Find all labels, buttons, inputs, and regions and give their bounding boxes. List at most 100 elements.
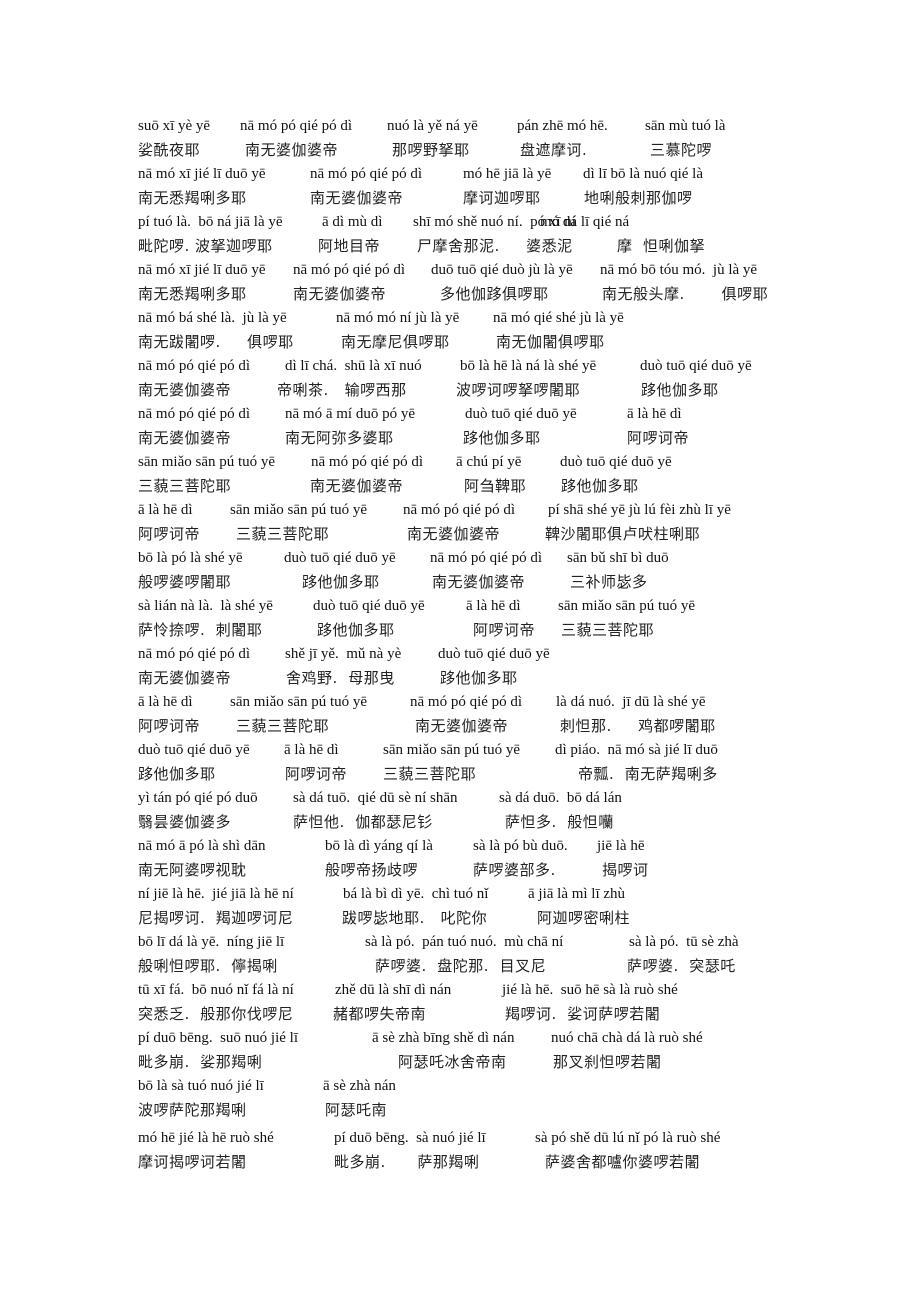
hanzi-segment: 跢他伽多耶 — [463, 429, 541, 447]
hanzi-segment: 般啰帝扬歧啰 — [325, 861, 419, 879]
pinyin-segment: sān mù tuó là — [645, 118, 726, 134]
pinyin-segment: pí shā shé yē jù lú fèi zhù lī yē — [548, 502, 731, 518]
hanzi-line: 南无阿婆啰视耽 般啰帝扬歧啰 萨啰婆部多. 揭啰诃 — [0, 860, 920, 884]
hanzi-segment: 跢他伽多耶 — [317, 621, 395, 639]
hanzi-segment: 那叉刹怛啰若闍 — [553, 1053, 662, 1071]
pinyin-segment: yì tán pó qié pó duō — [138, 790, 258, 806]
pinyin-segment: nā mó ā mí duō pó yē — [285, 406, 415, 422]
hanzi-segment: 南无婆伽婆帝 — [310, 477, 404, 495]
hanzi-segment: 尸摩舍那泥. 婆悉泥 — [417, 237, 573, 255]
document-page: suō xī yè yē nā mó pó qié pó dì nuó là yě … — [0, 0, 920, 1302]
hanzi-segment: 萨婆舍都嚧你婆啰若闍 — [545, 1153, 701, 1171]
pinyin-segment: ā là hē dì — [466, 598, 521, 614]
pinyin-line: duò tuō qié duō yē ā là hē dì sān miǎo sān… — [0, 740, 920, 764]
hanzi-line: 娑酰夜耶 南无婆伽婆帝 那啰野拏耶 盘遮摩诃. 三慕陀啰 — [0, 140, 920, 164]
hanzi-line: 毗多崩. 娑那羯唎 阿瑟吒冰舍帝南 那叉刹怛啰若闍 — [0, 1052, 920, 1076]
hanzi-line: 阿啰诃帝 三藐三菩陀耶 南无婆伽婆帝 鞞沙闍耶俱卢吠柱唎耶 — [0, 524, 920, 548]
pinyin-segment: ā là hē dì — [138, 694, 193, 710]
hanzi-line: 南无悉羯唎多耶 南无婆伽婆帝 摩诃迦啰耶 地唎般刺那伽啰 — [0, 188, 920, 212]
pinyin-segment: ā sè zhà bīng shě dì nán — [372, 1030, 515, 1046]
hanzi-segment: 南无悉羯唎多耶 — [138, 285, 247, 303]
pinyin-line: sà lián nà là. là shé yē duò tuō qié duō … — [0, 596, 920, 620]
hanzi-segment: 尼揭啰诃. 羯迦啰诃尼 — [138, 909, 294, 927]
pinyin-segment: nā mó pó qié pó dì — [138, 358, 251, 374]
pinyin-line: ní jiē là hē. jié jiā là hē ní bá là bì d… — [0, 884, 920, 908]
pinyin-segment: duò tuō qié duō yē — [438, 646, 550, 662]
hanzi-segment: 跢他伽多耶 — [561, 477, 639, 495]
pinyin-segment: ā jiā là mì lī zhù — [528, 886, 626, 902]
hanzi-line: 南无跋闍啰. 俱啰耶 南无摩尼俱啰耶 南无伽闍俱啰耶 — [0, 332, 920, 356]
pinyin-segment: pí duō bēng. suō nuó jié lī — [138, 1030, 298, 1046]
hanzi-segment: 南无伽闍俱啰耶 — [496, 333, 605, 351]
hanzi-segment: 跢他伽多耶 — [440, 669, 518, 687]
hanzi-segment: 三慕陀啰 — [650, 141, 713, 159]
hanzi-segment: 阿瑟吒南 — [325, 1101, 388, 1119]
hanzi-segment: 南无摩尼俱啰耶 — [341, 333, 450, 351]
pinyin-segment: sà lián nà là. là shé yē — [138, 598, 273, 614]
pinyin-segment: duò tuō qié duō yē — [560, 454, 672, 470]
pinyin-segment: ā chú pí yē — [456, 454, 522, 470]
hanzi-segment: 般啰婆啰闍耶 — [138, 573, 232, 591]
hanzi-segment: 阿啰诃帝 — [285, 765, 348, 783]
hanzi-segment: 三藐三菩陀耶 — [236, 717, 330, 735]
hanzi-segment: 揭啰诃 — [602, 861, 649, 879]
pinyin-segment: là dá nuó. jī dū là shé yē — [556, 694, 706, 710]
pinyin-segment: sà pó shě dū lú nǐ pó là ruò shé — [535, 1130, 721, 1146]
hanzi-segment: 那啰野拏耶 — [392, 141, 470, 159]
pinyin-segment: duò tuō qié duō yē — [284, 550, 396, 566]
pinyin-segment: nā mó pó qié pó dì — [403, 502, 516, 518]
hanzi-segment: 跢他伽多耶 — [302, 573, 380, 591]
hanzi-line: 南无婆伽婆帝 帝唎茶. 输啰西那 波啰诃啰拏啰闍耶 跢他伽多耶 — [0, 380, 920, 404]
hanzi-segment: 摩诃揭啰诃若闍 — [138, 1153, 247, 1171]
hanzi-segment: 波啰诃啰拏啰闍耶 — [456, 381, 581, 399]
hanzi-segment: 阿啰诃帝 — [473, 621, 536, 639]
hanzi-segment: 三藐三菩陀耶 — [236, 525, 330, 543]
pinyin-segment: dì lī chá. shū là xī nuó — [285, 358, 422, 374]
pinyin-line: yì tán pó qié pó duō sà dá tuō. qié dū sè… — [0, 788, 920, 812]
hanzi-line: 摩诃揭啰诃若闍 毗多崩. 萨那羯唎 萨婆舍都嚧你婆啰若闍 — [0, 1152, 920, 1176]
hanzi-segment: 三补师毖多 — [570, 573, 648, 591]
hanzi-segment: 萨怛多. 般怛囒 — [505, 813, 614, 831]
pinyin-line: pí tuó là. bō ná jiā là yē ā dì mù dì shī … — [0, 212, 920, 236]
pinyin-segment: nā mó pó qié pó dì — [240, 118, 353, 134]
pinyin-segment: ní jiē là hē. jié jiā là hē ní — [138, 886, 294, 902]
hanzi-line: 跢他伽多耶 阿啰诃帝 三藐三菩陀耶 帝瓢. 南无萨羯唎多 — [0, 764, 920, 788]
hanzi-line: 毗陀啰. 波拏迦啰耶 阿地目帝 尸摩舍那泥. 婆悉泥 摩 怛唎伽拏 — [0, 236, 920, 260]
pinyin-segment: sān miǎo sān pú tuó yē — [230, 694, 368, 710]
hanzi-segment: 南无婆伽婆帝 — [407, 525, 501, 543]
pinyin-line: tū xī fá. bō nuó nǐ fá là ní zhě dū là sh… — [0, 980, 920, 1004]
hanzi-segment: 赭都啰失帝南 — [333, 1005, 427, 1023]
pinyin-segment: bō là pó là shé yē — [138, 550, 243, 566]
hanzi-segment: 萨啰婆部多. — [473, 861, 556, 879]
pinyin-segment: nuó chā chà dá là ruò shé — [551, 1030, 703, 1046]
pinyin-segment: nā mó mó ní jù là yē — [336, 310, 460, 326]
pinyin-line: nā mó pó qié pó dì dì lī chá. shū là xī n… — [0, 356, 920, 380]
pinyin-segment: nā mó ā pó là shì dān — [138, 838, 266, 854]
pinyin-segment: sān miǎo sān pú tuó yē — [230, 502, 368, 518]
hanzi-segment: 三藐三菩陀耶 — [383, 765, 477, 783]
hanzi-segment: 阿瑟吒冰舍帝南 — [398, 1053, 507, 1071]
hanzi-line: 南无悉羯唎多耶 南无婆伽婆帝 多他伽跢俱啰耶 南无般头摩. 俱啰耶 — [0, 284, 920, 308]
hanzi-segment: 萨啰婆. 突瑟吒 — [627, 957, 736, 975]
hanzi-segment: 翳昙婆伽婆多 — [138, 813, 232, 831]
hanzi-line: 萨怜捺啰. 刺闍耶 跢他伽多耶 阿啰诃帝 三藐三菩陀耶 — [0, 620, 920, 644]
pinyin-segment: nā mó pó qié pó dì — [410, 694, 523, 710]
hanzi-segment: 三藐三菩陀耶 — [561, 621, 655, 639]
hanzi-segment: 南无婆伽婆帝 — [310, 189, 404, 207]
pinyin-line: suō xī yè yē nā mó pó qié pó dì nuó là yě … — [0, 116, 920, 140]
pinyin-segment: nā mó xī jié lī duō yē — [138, 262, 266, 278]
pinyin-segment: nā mó pó qié pó dì — [430, 550, 543, 566]
pinyin-segment: shě jī yě. mǔ nà yè — [285, 646, 402, 662]
pinyin-line: nā mó pó qié pó dì shě jī yě. mǔ nà yè duò… — [0, 644, 920, 668]
hanzi-segment: 萨怛他. 伽都瑟尼钐 — [293, 813, 433, 831]
hanzi-line: 翳昙婆伽婆多 萨怛他. 伽都瑟尼钐 萨怛多. 般怛囒 — [0, 812, 920, 836]
hanzi-segment: 帝唎茶. 输啰西那 — [277, 381, 407, 399]
pinyin-segment: mó hē jié là hē ruò shé — [138, 1130, 274, 1146]
pinyin-line: nā mó bá shé là. jù là yē nā mó mó ní jù … — [0, 308, 920, 332]
hanzi-segment: 阿啰诃帝 — [138, 525, 201, 543]
pinyin-segment: nā mó pó qié pó dì — [293, 262, 406, 278]
pinyin-segment: sà dá tuō. qié dū sè ní shān — [293, 790, 458, 806]
hanzi-segment: 毗陀啰. 波拏迦啰耶 — [138, 237, 273, 255]
hanzi-segment: 南无婆伽婆帝 — [138, 381, 232, 399]
hanzi-segment: 鞞沙闍耶俱卢吠柱唎耶 — [545, 525, 701, 543]
